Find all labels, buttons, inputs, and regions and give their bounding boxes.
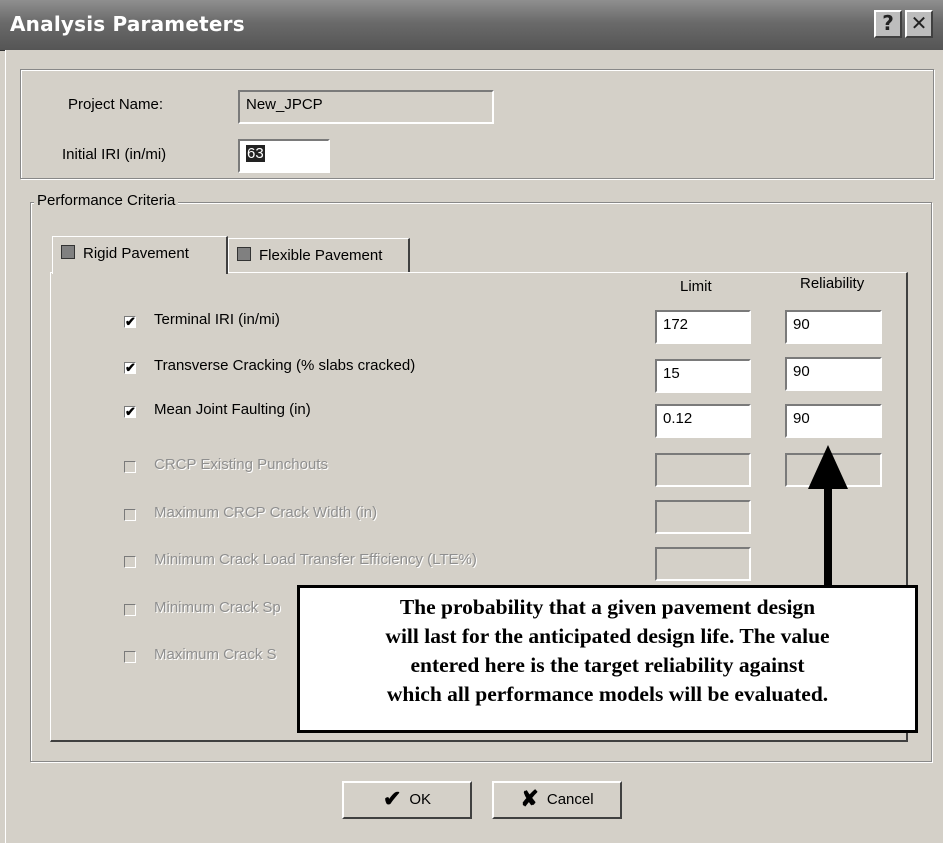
- terminal-iri-reliability-field[interactable]: 90: [785, 310, 882, 344]
- performance-criteria-label: Performance Criteria: [34, 192, 179, 209]
- transverse-cracking-label: Transverse Cracking (% slabs cracked): [154, 357, 416, 374]
- ok-label: OK: [409, 791, 432, 808]
- initial-iri-label: Initial IRI (in/mi): [62, 146, 167, 163]
- flexible-color-swatch: [237, 247, 251, 261]
- callout-line-2: will last for the anticipated design lif…: [385, 624, 830, 648]
- mean-joint-faulting-checkbox[interactable]: ✔: [124, 405, 136, 418]
- transverse-cracking-checkbox[interactable]: ✔: [124, 361, 136, 374]
- terminal-iri-checkbox[interactable]: ✔: [124, 315, 136, 328]
- cancel-button[interactable]: ✘ Cancel: [492, 781, 622, 819]
- transverse-cracking-reliability-field[interactable]: 90: [785, 357, 882, 391]
- crcp-punchouts-label: CRCP Existing Punchouts: [154, 456, 328, 473]
- crcp-crack-width-checkbox[interactable]: [124, 509, 136, 521]
- cancel-label: Cancel: [546, 791, 594, 808]
- min-crack-spacing-label: Minimum Crack Sp: [154, 599, 281, 616]
- mean-joint-faulting-limit-field[interactable]: 0.12: [655, 404, 751, 438]
- mean-joint-faulting-reliability-field[interactable]: 90: [785, 404, 882, 438]
- min-crack-spacing-checkbox[interactable]: [124, 604, 136, 616]
- callout-line-1: The probability that a given pavement de…: [399, 595, 816, 619]
- max-crack-spacing-checkbox[interactable]: [124, 651, 136, 663]
- tab-rigid-label: Rigid Pavement: [83, 245, 189, 262]
- initial-iri-value: 63: [246, 145, 265, 162]
- crcp-crack-width-limit-field[interactable]: [655, 500, 751, 534]
- mean-joint-faulting-label: Mean Joint Faulting (in): [154, 401, 311, 418]
- close-button[interactable]: ✕: [905, 10, 933, 38]
- window-title: Analysis Parameters: [10, 12, 245, 36]
- terminal-iri-limit-field[interactable]: 172: [655, 310, 751, 344]
- initial-iri-field[interactable]: 63: [238, 139, 330, 173]
- callout-arrow-shaft: [824, 488, 832, 586]
- crack-lte-limit-field[interactable]: [655, 547, 751, 581]
- terminal-iri-label: Terminal IRI (in/mi): [154, 311, 280, 328]
- reliability-callout: The probability that a given pavement de…: [297, 585, 918, 733]
- ok-button[interactable]: ✔ OK: [342, 781, 472, 819]
- project-name-field[interactable]: New_JPCP: [238, 90, 494, 124]
- callout-arrow-head: [808, 445, 848, 489]
- crcp-punchouts-checkbox[interactable]: [124, 461, 136, 473]
- crack-lte-label: Minimum Crack Load Transfer Efficiency (…: [154, 551, 477, 568]
- transverse-cracking-limit-field[interactable]: 15: [655, 359, 751, 393]
- x-icon: ✘: [520, 786, 539, 811]
- limit-column-header: Limit: [680, 278, 712, 295]
- max-crack-spacing-label: Maximum Crack S: [154, 646, 277, 663]
- rigid-color-swatch: [61, 245, 75, 259]
- tab-flexible-label: Flexible Pavement: [259, 247, 383, 264]
- project-name-label: Project Name:: [68, 96, 164, 113]
- crack-lte-checkbox[interactable]: [124, 556, 136, 568]
- crcp-punchouts-limit-field[interactable]: [655, 453, 751, 487]
- tab-flexible-pavement[interactable]: Flexible Pavement: [228, 238, 410, 272]
- tab-rigid-pavement[interactable]: Rigid Pavement: [52, 236, 228, 274]
- callout-line-3: entered here is the target reliability a…: [410, 653, 805, 677]
- check-icon: ✔: [382, 786, 402, 811]
- help-button[interactable]: ?: [874, 10, 902, 38]
- crcp-crack-width-label: Maximum CRCP Crack Width (in): [154, 504, 378, 521]
- reliability-column-header: Reliability: [800, 275, 865, 292]
- callout-line-4: which all performance models will be eva…: [386, 682, 829, 706]
